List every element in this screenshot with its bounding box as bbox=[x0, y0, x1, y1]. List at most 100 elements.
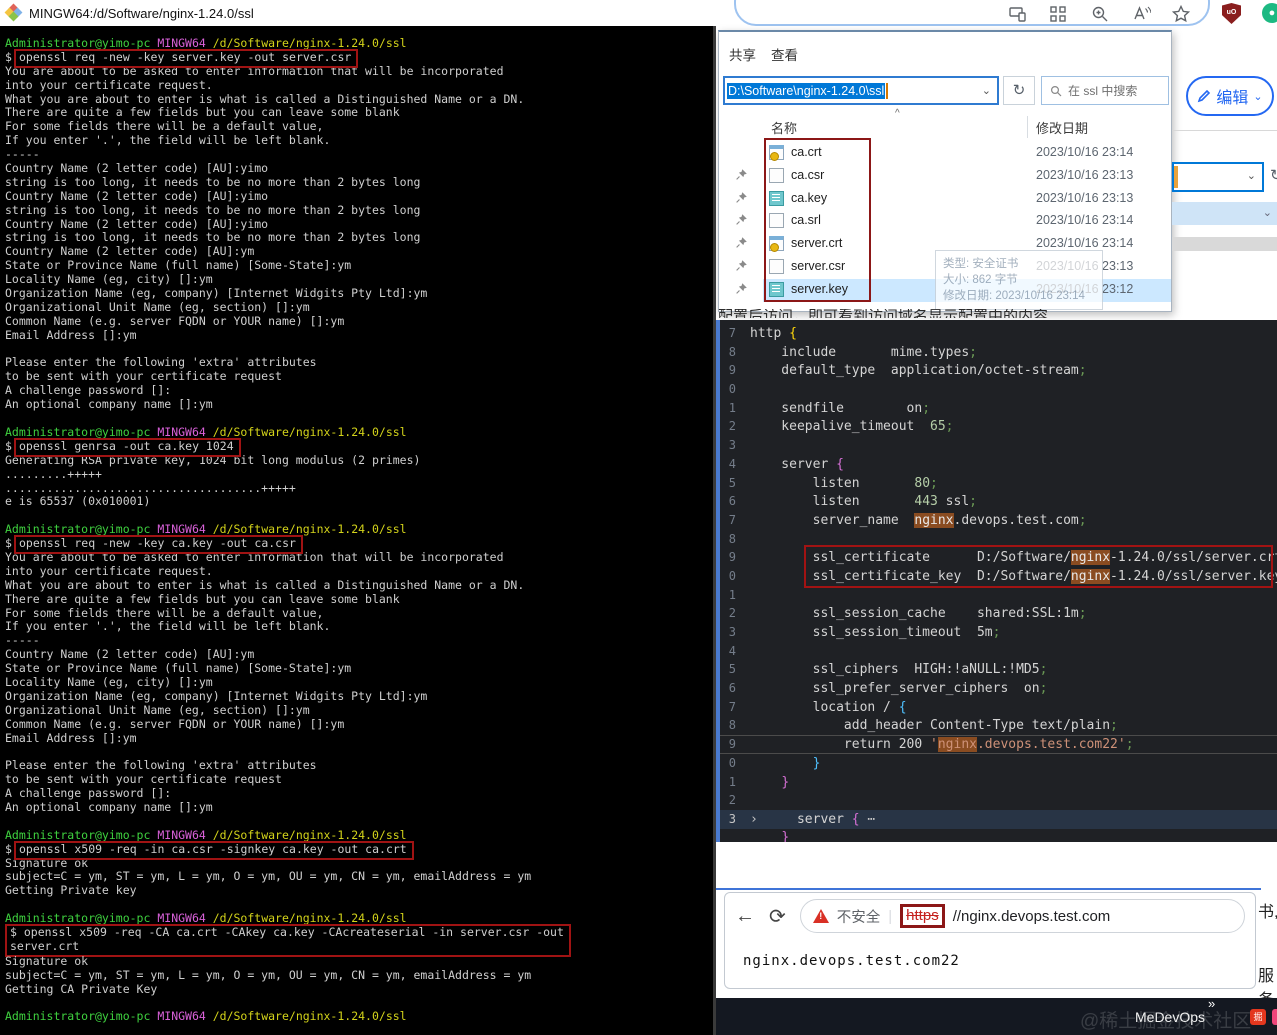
code-line[interactable]: 2 bbox=[720, 791, 1277, 810]
terminal-output-line: subject=C = ym, ST = ym, L = ym, O = ym,… bbox=[5, 969, 716, 983]
pin-icon[interactable] bbox=[735, 168, 748, 181]
code-line[interactable]: 2 keepalive_timeout 65; bbox=[720, 417, 1277, 436]
code-line[interactable]: 0 ssl_certificate_key D:/Software/nginx-… bbox=[720, 567, 1277, 586]
line-number: 1 bbox=[720, 586, 736, 605]
terminal-output-line: What you are about to enter is what is c… bbox=[5, 579, 716, 593]
terminal-output-line: Email Address []:ym bbox=[5, 732, 716, 746]
partial-selected-row[interactable]: ⌄ bbox=[1172, 202, 1277, 225]
code-line[interactable]: } bbox=[720, 829, 1277, 842]
favorites-star-icon[interactable] bbox=[1171, 4, 1191, 24]
line-number: 2 bbox=[720, 604, 736, 623]
search-input[interactable]: 在 ssl 中搜索 bbox=[1041, 76, 1169, 105]
code-line[interactable]: 8 bbox=[720, 530, 1277, 549]
terminal-output-line: For some fields there will be a default … bbox=[5, 120, 716, 134]
code-line[interactable]: 1 } bbox=[720, 773, 1277, 792]
annotation-red-box-command: openssl req -new -key server.key -out se… bbox=[14, 49, 358, 68]
partial-address-input[interactable]: ⌄ bbox=[1172, 162, 1264, 192]
pin-icon[interactable] bbox=[735, 282, 748, 295]
code-line[interactable]: 0 bbox=[720, 380, 1277, 399]
code-line[interactable]: 8 include mime.types; bbox=[720, 343, 1277, 362]
menu-view[interactable]: 查看 bbox=[771, 44, 798, 64]
pin-icon[interactable] bbox=[735, 259, 748, 272]
qr-grid-icon[interactable] bbox=[1048, 4, 1068, 24]
zoom-in-icon[interactable] bbox=[1090, 4, 1110, 24]
devices-icon[interactable] bbox=[1008, 4, 1028, 24]
line-number: 3 bbox=[720, 436, 736, 455]
line-number: 3 bbox=[720, 623, 736, 642]
refresh-icon[interactable]: ↻ bbox=[1270, 166, 1277, 184]
text-caret bbox=[886, 83, 888, 99]
column-separator[interactable] bbox=[1027, 116, 1028, 138]
code-line[interactable]: 9 default_type application/octet-stream; bbox=[720, 361, 1277, 380]
refresh-button[interactable]: ↻ bbox=[1003, 76, 1035, 105]
edit-button[interactable]: 编辑 ⌄ bbox=[1186, 76, 1274, 116]
code-line[interactable]: 3 bbox=[720, 436, 1277, 455]
code-line[interactable]: 7 server_name nginx.devops.test.com; bbox=[720, 511, 1277, 530]
read-aloud-icon[interactable] bbox=[1131, 4, 1151, 24]
annotation-red-box-command: $ openssl x509 -req -CA ca.crt -CAkey ca… bbox=[5, 924, 571, 957]
code-line[interactable]: 6 listen 443 ssl; bbox=[720, 492, 1277, 511]
code-line[interactable]: 1 bbox=[720, 586, 1277, 605]
code-line[interactable]: 4 bbox=[720, 642, 1277, 661]
terminal-output-line: string is too long, it needs to be no mo… bbox=[5, 176, 716, 190]
tooltip-line: 大小: 862 字节 bbox=[943, 272, 1095, 288]
column-header-name[interactable]: 名称 bbox=[771, 118, 797, 137]
terminal-output-line: An optional company name []:ym bbox=[5, 801, 716, 815]
extension-icon[interactable]: ● bbox=[1262, 3, 1277, 23]
mini-browser-toolbar: ← ⟳ ! 不安全 | https //nginx.devops.test.co… bbox=[725, 893, 1255, 939]
file-explorer-window: 共享 查看 D:\Software\nginx-1.24.0\ssl ⌄ ↻ 在… bbox=[718, 30, 1172, 312]
partial-gray-bar bbox=[1172, 237, 1277, 251]
terminal-output-line: If you enter '.', the field will be left… bbox=[5, 134, 716, 148]
screenshot-top-border bbox=[716, 888, 1261, 890]
mini-address-bar[interactable]: ! 不安全 | https //nginx.devops.test.com bbox=[800, 899, 1245, 933]
terminal-command-line: $ openssl x509 -req -in ca.csr -signkey … bbox=[5, 843, 716, 857]
code-line[interactable]: 9 ssl_certificate D:/Software/nginx-1.24… bbox=[720, 548, 1277, 567]
address-bar-input[interactable]: D:\Software\nginx-1.24.0\ssl ⌄ bbox=[723, 76, 999, 105]
annotation-red-box-https: https bbox=[900, 904, 945, 928]
terminal-output-line: Organization Name (eg, company) [Interne… bbox=[5, 690, 716, 704]
code-line[interactable]: 5 listen 80; bbox=[720, 474, 1277, 493]
refresh-icon[interactable]: ⟳ bbox=[769, 904, 786, 929]
chevron-down-icon[interactable]: ⌄ bbox=[982, 84, 991, 97]
terminal-output-line: A challenge password []: bbox=[5, 384, 716, 398]
code-line[interactable]: 0 } bbox=[720, 754, 1277, 773]
chevron-down-icon: ⌄ bbox=[1247, 169, 1256, 182]
code-line[interactable]: 7 location / { bbox=[720, 698, 1277, 717]
code-line[interactable]: 8 add_header Content-Type text/plain; bbox=[720, 716, 1277, 735]
pin-icon[interactable] bbox=[735, 236, 748, 249]
back-icon[interactable]: ← bbox=[735, 905, 755, 928]
terminal-titlebar[interactable]: MINGW64:/d/Software/nginx-1.24.0/ssl bbox=[0, 0, 716, 26]
terminal-output-line: subject=C = ym, ST = ym, L = ym, O = ym,… bbox=[5, 870, 716, 884]
ublock-origin-icon[interactable]: uO bbox=[1222, 3, 1241, 24]
article-text-right-top: 书, bbox=[1258, 898, 1277, 922]
code-line[interactable]: 5 ssl_ciphers HIGH:!aNULL:!MD5; bbox=[720, 660, 1277, 679]
pin-icon[interactable] bbox=[735, 213, 748, 226]
code-line[interactable]: 3› server { ⋯ bbox=[720, 810, 1277, 829]
code-line[interactable]: 2 ssl_session_cache shared:SSL:1m; bbox=[720, 604, 1277, 623]
terminal-output-line: Organization Name (eg, company) [Interne… bbox=[5, 287, 716, 301]
terminal-output-line: A challenge password []: bbox=[5, 787, 716, 801]
git-bash-icon bbox=[6, 5, 22, 21]
terminal-output-line: ----- bbox=[5, 634, 716, 648]
not-secure-label: 不安全 bbox=[837, 906, 881, 927]
code-line[interactable]: 7http { bbox=[720, 324, 1277, 343]
column-header-date[interactable]: 修改日期 bbox=[1036, 118, 1088, 137]
terminal-output-line: Country Name (2 letter code) [AU]:ym bbox=[5, 245, 716, 259]
file-tooltip: 类型: 安全证书大小: 862 字节修改日期: 2023/10/16 23:14 bbox=[935, 250, 1103, 310]
code-line[interactable]: 1 sendfile on; bbox=[720, 399, 1277, 418]
terminal-screen[interactable]: Administrator@yimo-pc MINGW64 /d/Softwar… bbox=[0, 26, 716, 1035]
tooltip-line: 类型: 安全证书 bbox=[943, 256, 1095, 272]
line-number: 8 bbox=[720, 343, 736, 362]
terminal-output-line: Organizational Unit Name (eg, section) [… bbox=[5, 301, 716, 315]
code-editor[interactable]: 7http {8 include mime.types;9 default_ty… bbox=[716, 320, 1277, 842]
pin-icon[interactable] bbox=[735, 191, 748, 204]
code-line[interactable]: 6 ssl_prefer_server_ciphers on; bbox=[720, 679, 1277, 698]
line-number: 4 bbox=[720, 455, 736, 474]
terminal-command-line: $ openssl x509 -req -CA ca.crt -CAkey ca… bbox=[10, 926, 564, 940]
menu-share[interactable]: 共享 bbox=[729, 44, 756, 64]
code-line[interactable]: 9 return 200 'nginx.devops.test.com22'; bbox=[720, 735, 1277, 754]
code-line[interactable]: 3 ssl_session_timeout 5m; bbox=[720, 623, 1277, 642]
terminal-output-line: Please enter the following 'extra' attri… bbox=[5, 356, 716, 370]
code-line[interactable]: 4 server { bbox=[720, 455, 1277, 474]
file-date: 2023/10/16 23:14 bbox=[1036, 213, 1133, 227]
